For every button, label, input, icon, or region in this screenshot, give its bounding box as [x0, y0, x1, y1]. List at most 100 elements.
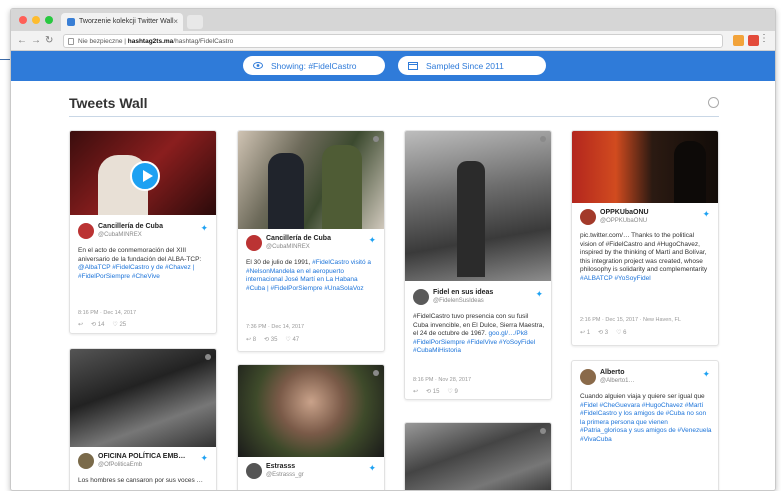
tweet-card[interactable]: Alberto @Alberto1… ✦ Cuando alguien viaj…	[571, 360, 719, 490]
like-icon[interactable]: ♡ 25	[112, 321, 126, 328]
tweet-header: Cancillería de Cuba @CubaMINREX ✦	[246, 235, 376, 257]
retweet-icon[interactable]: ⟲ 35	[264, 336, 277, 343]
tweet-card[interactable]: Fidel en sus ideas @FidelenSusIdeas ✦ #F…	[404, 130, 552, 400]
play-icon[interactable]	[130, 161, 160, 191]
browser-tab[interactable]: Tworzenie kolekcji Twitter Wall ×	[61, 13, 183, 31]
user-handle[interactable]: @CubaMINREX	[98, 232, 142, 238]
sampled-since-button[interactable]: Sampled Since 2011	[398, 56, 546, 75]
url-path: /hashtag/FidelCastro	[173, 38, 234, 45]
user-name[interactable]: OFICINA POLÍTICA EMB…	[98, 453, 185, 460]
avatar[interactable]	[78, 223, 94, 239]
eye-icon	[253, 62, 263, 69]
tweet-card[interactable]: Estrasss @Estrasss_gr ✦	[237, 364, 385, 490]
user-name[interactable]: Cancillería de Cuba	[98, 223, 163, 230]
tweet-date[interactable]: 8:16 PM · Nov 28, 2017	[413, 377, 471, 383]
extension-icon[interactable]	[733, 35, 744, 46]
tweet-card[interactable]: OFICINA POLÍTICA EMB… @OfPoliticaEmb ✦ L…	[69, 348, 217, 490]
extension-icon[interactable]	[748, 35, 759, 46]
twitter-bird-icon: ✦	[702, 369, 710, 379]
avatar[interactable]	[246, 463, 262, 479]
user-handle[interactable]: @Alberto1…	[600, 378, 634, 384]
browser-window: Tworzenie kolekcji Twitter Wall × ← → ↻ …	[10, 8, 776, 491]
reply-icon[interactable]: ↩	[413, 388, 418, 395]
user-name[interactable]: Alberto	[600, 369, 625, 376]
tweet-hashtags[interactable]: #Fidel #CheGuevara #HugoChavez #Martí #F…	[580, 402, 712, 443]
like-icon[interactable]: ♡ 47	[285, 336, 299, 343]
tweet-actions: ↩ 1 ⟲ 3 ♡ 6	[580, 329, 626, 336]
twitter-bird-icon: ✦	[200, 453, 208, 463]
reply-icon[interactable]: ↩	[78, 321, 83, 328]
showing-label: Showing: #FidelCastro	[271, 61, 357, 71]
avatar[interactable]	[580, 209, 596, 225]
more-icon[interactable]	[373, 136, 379, 142]
twitter-bird-icon: ✦	[702, 209, 710, 219]
tweet-image[interactable]	[572, 131, 718, 203]
avatar[interactable]	[78, 453, 94, 469]
showing-hashtag-button[interactable]: Showing: #FidelCastro	[243, 56, 385, 75]
filter-banner: Showing: #FidelCastro Sampled Since 2011	[11, 51, 775, 81]
browser-menu-icon[interactable]: ⋮	[759, 33, 769, 44]
tweet-video-thumbnail[interactable]	[70, 131, 216, 215]
tweet-text: En el acto de conmemoración del XIII ani…	[78, 247, 202, 280]
tweet-date[interactable]: 7:36 PM · Dec 14, 2017	[246, 324, 304, 330]
like-icon[interactable]: ♡ 9	[447, 388, 457, 395]
reply-icon[interactable]: ↩ 1	[580, 329, 590, 336]
tweet-text: El 30 de julio de 1991, #FidelCastro vis…	[246, 259, 372, 292]
retweet-icon[interactable]: ⟲ 3	[598, 329, 608, 336]
tab-close-icon[interactable]: ×	[173, 17, 178, 26]
minimize-window-icon[interactable]	[32, 16, 40, 24]
tweet-card[interactable]: Cancillería de Cuba @CubaMINREX ✦ En el …	[69, 130, 217, 334]
tweet-image[interactable]	[405, 131, 551, 281]
retweet-icon[interactable]: ⟲ 14	[91, 321, 104, 328]
tweet-card[interactable]	[404, 422, 552, 490]
close-window-icon[interactable]	[19, 16, 27, 24]
user-handle[interactable]: @OPPKUbaONU	[600, 218, 647, 224]
back-icon[interactable]: ←	[17, 34, 27, 48]
user-handle[interactable]: @FidelenSusIdeas	[433, 298, 484, 304]
tab-strip: Tworzenie kolekcji Twitter Wall ×	[11, 9, 775, 31]
tab-favicon-icon	[67, 18, 75, 26]
new-tab-button[interactable]	[187, 15, 203, 29]
person-figure	[322, 145, 362, 229]
user-name[interactable]: Cancillería de Cuba	[266, 235, 331, 242]
retweet-icon[interactable]: ⟲ 15	[426, 388, 439, 395]
tweet-header: Alberto @Alberto1… ✦	[580, 369, 710, 391]
tweet-card[interactable]: Cancillería de Cuba @CubaMINREX ✦ El 30 …	[237, 130, 385, 352]
avatar[interactable]	[246, 235, 262, 251]
reply-icon[interactable]: ↩ 8	[246, 336, 256, 343]
like-icon[interactable]: ♡ 6	[616, 329, 626, 336]
user-handle[interactable]: @OfPoliticaEmb	[98, 462, 142, 468]
user-handle[interactable]: @Estrasss_gr	[266, 472, 304, 478]
more-icon[interactable]	[540, 136, 546, 142]
more-icon[interactable]	[373, 370, 379, 376]
avatar[interactable]	[580, 369, 596, 385]
window-controls	[19, 16, 53, 24]
user-handle[interactable]: @CubaMINREX	[266, 244, 310, 250]
tweet-text: Cuando alguien viaja y quiere ser igual …	[580, 393, 712, 443]
url-prefix: Nie bezpieczne |	[78, 38, 128, 45]
tweet-card[interactable]: OPPKUbaONU @OPPKUbaONU ✦ pic.twitter.com…	[571, 130, 719, 346]
tweet-image[interactable]	[238, 365, 384, 457]
user-name[interactable]: OPPKUbaONU	[600, 209, 649, 216]
tweet-hashtags[interactable]: @AlbaTCP #FidelCastro y de #Chavez | #Fi…	[78, 264, 194, 280]
more-icon[interactable]	[205, 354, 211, 360]
reload-icon[interactable]: ↻	[45, 34, 53, 48]
person-figure	[457, 161, 485, 277]
twitter-bird-icon: ✦	[200, 223, 208, 233]
user-name[interactable]: Estrasss	[266, 463, 295, 470]
user-name[interactable]: Fidel en sus ideas	[433, 289, 493, 296]
settings-icon[interactable]	[708, 97, 719, 108]
tweet-image[interactable]	[238, 131, 384, 229]
tweet-date[interactable]: 8:16 PM · Dec 14, 2017	[78, 310, 136, 316]
tweet-text: pic.twitter.com/… Thanks to the politica…	[580, 232, 708, 282]
more-icon[interactable]	[540, 428, 546, 434]
tweet-image[interactable]	[70, 349, 216, 447]
forward-icon[interactable]: →	[31, 34, 41, 48]
address-bar[interactable]: Nie bezpieczne | hashtag2ts.ma/hashtag/F…	[63, 34, 723, 48]
tweet-hashtags[interactable]: #ALBATCP #YoSoyFidel	[580, 275, 651, 282]
tweet-date[interactable]: 2:16 PM · Dec 15, 2017 · New Haven, FL	[580, 317, 681, 323]
maximize-window-icon[interactable]	[45, 16, 53, 24]
avatar[interactable]	[413, 289, 429, 305]
sampled-label: Sampled Since 2011	[426, 61, 504, 71]
tweet-image[interactable]	[405, 423, 551, 490]
